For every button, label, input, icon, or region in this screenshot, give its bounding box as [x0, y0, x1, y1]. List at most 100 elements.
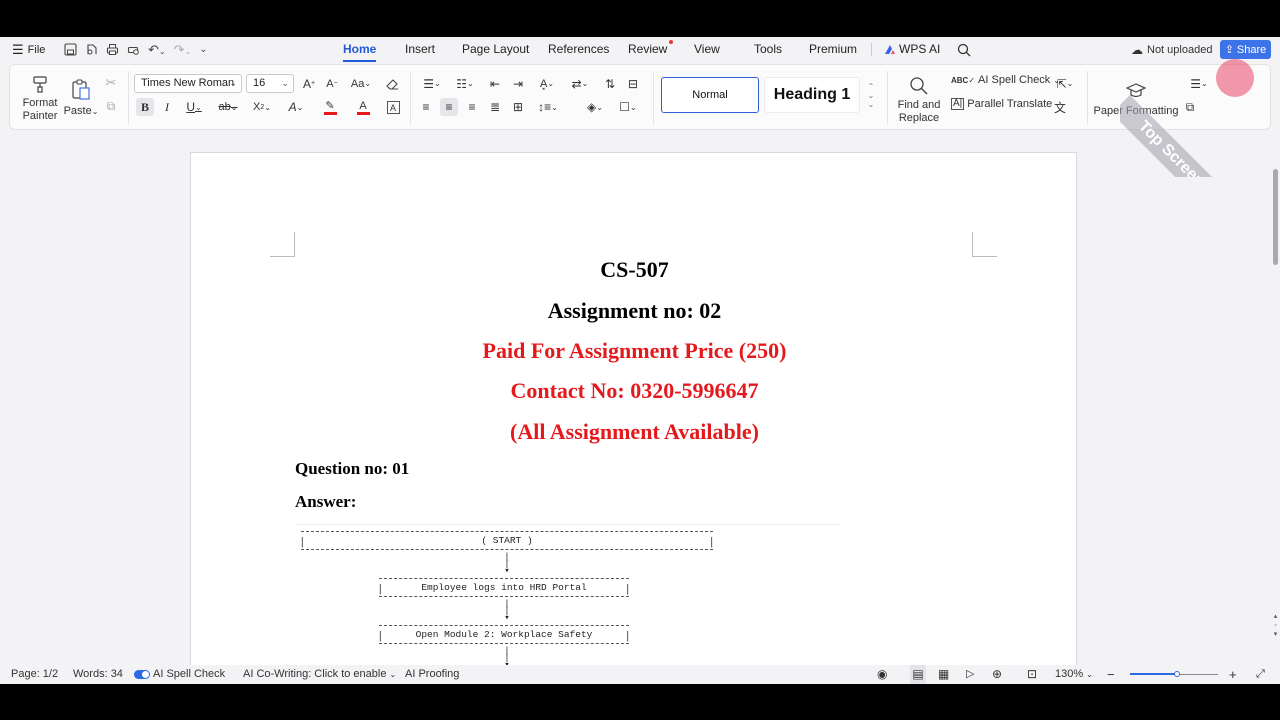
ai-spell-check-button[interactable]: ABC✓ AI Spell Check ⌄: [951, 74, 1060, 86]
tab-wps-ai[interactable]: WPS AI: [884, 37, 940, 62]
font-color-button[interactable]: A: [350, 98, 376, 116]
align-center-icon[interactable]: ≡: [440, 98, 458, 116]
document-page[interactable]: CS-507 Assignment no: 02 Paid For Assign…: [190, 152, 1077, 665]
doc-question-heading[interactable]: Question no: 01: [295, 459, 409, 479]
underline-button[interactable]: U ⌄: [182, 98, 206, 116]
tab-references[interactable]: References: [548, 37, 609, 62]
show-marks-icon[interactable]: ⊟: [625, 74, 641, 93]
shading-icon[interactable]: ◈ ⌄: [582, 98, 608, 116]
sort-icon[interactable]: ⇅: [602, 74, 618, 93]
style-heading-1[interactable]: Heading 1: [764, 77, 860, 113]
distributed-icon[interactable]: ⊞: [510, 98, 526, 116]
customize-toolbar-icon[interactable]: ⌄: [199, 44, 207, 55]
share-button[interactable]: ⇪ Share: [1220, 40, 1271, 59]
numbering-button[interactable]: ☷ ⌄: [453, 74, 477, 93]
increase-indent-icon[interactable]: ⇥: [510, 74, 526, 93]
cloud-status[interactable]: ☁ Not uploaded: [1131, 37, 1212, 62]
clear-formatting-icon[interactable]: [384, 74, 400, 93]
fit-page-icon[interactable]: ⊡: [1027, 665, 1037, 684]
paste-button[interactable]: Paste⌄: [62, 70, 100, 126]
translate-icon[interactable]: 文: [1052, 98, 1068, 116]
tab-home[interactable]: Home: [343, 37, 377, 62]
document-canvas[interactable]: CS-507 Assignment no: 02 Paid For Assign…: [0, 134, 1280, 665]
doc-course-code[interactable]: CS-507: [191, 257, 1078, 283]
scroll-page-controls[interactable]: ▴ ◦ ▾: [1271, 612, 1280, 639]
scrollbar-thumb[interactable]: [1273, 169, 1278, 265]
doc-availability-line[interactable]: (All Assignment Available): [191, 419, 1078, 445]
redo-icon[interactable]: ↷⌄: [174, 42, 192, 58]
tab-tools[interactable]: Tools: [754, 37, 782, 62]
tab-premium[interactable]: Premium: [809, 37, 857, 62]
increase-font-icon[interactable]: A +: [301, 74, 317, 93]
parallel-translate-button[interactable]: A| Parallel Translate: [951, 98, 1052, 110]
tab-review[interactable]: Review: [628, 37, 674, 62]
line-spacing-icon[interactable]: ↕≡ ⌄: [535, 98, 561, 116]
styles-scroll[interactable]: ⌃ ⌄ ⌄: [865, 77, 877, 113]
highlight-color-button[interactable]: ✎: [317, 98, 343, 116]
file-menu[interactable]: ☰ File: [12, 37, 45, 62]
ai-spell-check-toggle[interactable]: AI Spell Check: [134, 665, 225, 684]
file-menu-label: File: [27, 43, 46, 56]
doc-price-line[interactable]: Paid For Assignment Price (250): [191, 338, 1078, 364]
style-heading-1-label: Heading 1: [773, 86, 851, 103]
play-icon[interactable]: ▷: [966, 665, 974, 684]
outline-view-icon[interactable]: ▦: [938, 665, 949, 684]
text-effects-button[interactable]: A ⌄: [284, 98, 308, 116]
print-preview-icon[interactable]: [127, 43, 140, 56]
doc-contact-line[interactable]: Contact No: 0320-5996647: [191, 378, 1078, 404]
page-view-icon[interactable]: ▤: [910, 665, 926, 684]
zoom-level-select[interactable]: 130% ⌄: [1055, 665, 1093, 684]
justify-icon[interactable]: ≣: [487, 98, 503, 116]
more-tools-icon[interactable]: ⧉: [1182, 98, 1198, 116]
decrease-indent-icon[interactable]: ⇤: [487, 74, 503, 93]
share-button-label: Share: [1236, 43, 1267, 56]
tab-insert[interactable]: Insert: [405, 37, 435, 62]
align-left-icon[interactable]: ≡: [418, 98, 434, 116]
export-pdf-icon[interactable]: [85, 43, 98, 56]
bold-button[interactable]: B: [136, 98, 154, 116]
web-view-icon[interactable]: ⊕: [992, 665, 1002, 684]
borders-icon[interactable]: ☐ ⌄: [615, 98, 641, 116]
decrease-font-icon[interactable]: A −: [324, 74, 340, 93]
tab-page-layout[interactable]: Page Layout: [462, 37, 529, 62]
bullets-button[interactable]: ☰ ⌄: [420, 74, 444, 93]
toggle-switch[interactable]: [134, 670, 150, 679]
copy-icon[interactable]: ⧉: [103, 98, 119, 114]
undo-icon[interactable]: ↶⌄: [148, 42, 166, 58]
superscript-button[interactable]: X 2 ⌄: [250, 98, 274, 116]
align-right-icon[interactable]: ≡: [464, 98, 480, 116]
eye-icon[interactable]: ◉: [877, 665, 887, 684]
zoom-slider-handle[interactable]: [1174, 671, 1180, 677]
change-case-icon[interactable]: Aa ⌄: [349, 74, 373, 93]
word-count-text: Words: 34: [73, 668, 123, 680]
style-normal[interactable]: Normal: [661, 77, 759, 113]
search-button[interactable]: [957, 37, 971, 62]
paper-formatting-button[interactable]: Paper Formatting: [1093, 74, 1179, 124]
strikethrough-button[interactable]: ab ⌄: [216, 98, 240, 116]
ai-proofing-status[interactable]: AI Proofing: [405, 665, 459, 684]
format-painter-button[interactable]: Format Painter: [20, 70, 60, 126]
font-name-select[interactable]: Times New Roman ⌄: [134, 74, 242, 93]
doc-assignment-number[interactable]: Assignment no: 02: [191, 298, 1078, 324]
tab-view[interactable]: View: [694, 37, 720, 62]
tab-review-label: Review: [628, 42, 668, 56]
doc-answer-heading[interactable]: Answer:: [295, 492, 356, 512]
zoom-in-icon[interactable]: +: [1229, 665, 1237, 684]
zoom-out-icon[interactable]: −: [1107, 665, 1115, 684]
ai-cowriting-status[interactable]: AI Co-Writing: Click to enable ⌄: [243, 665, 396, 684]
text-direction-icon[interactable]: ⇄ ⌄: [568, 74, 592, 93]
character-border-icon[interactable]: A: [385, 98, 401, 116]
cut-icon[interactable]: ✂: [103, 75, 119, 91]
save-icon[interactable]: [64, 43, 77, 56]
fullscreen-icon[interactable]: ⤢: [1256, 665, 1265, 684]
select-icon[interactable]: ⇱ ⌄: [1052, 74, 1078, 93]
word-count[interactable]: Words: 34: [73, 665, 123, 684]
outline-icon[interactable]: ☰ ⌄: [1186, 74, 1212, 93]
print-icon[interactable]: [106, 43, 119, 56]
font-size-select[interactable]: 16 ⌄: [246, 74, 294, 93]
page-indicator[interactable]: Page: 1/2: [11, 665, 58, 684]
italic-button[interactable]: I: [159, 98, 175, 116]
find-replace-button[interactable]: Find and Replace: [893, 72, 945, 128]
chinese-layout-icon[interactable]: A͓ ⌄: [535, 74, 559, 93]
vertical-scrollbar[interactable]: ▴ ◦ ▾: [1270, 134, 1280, 665]
